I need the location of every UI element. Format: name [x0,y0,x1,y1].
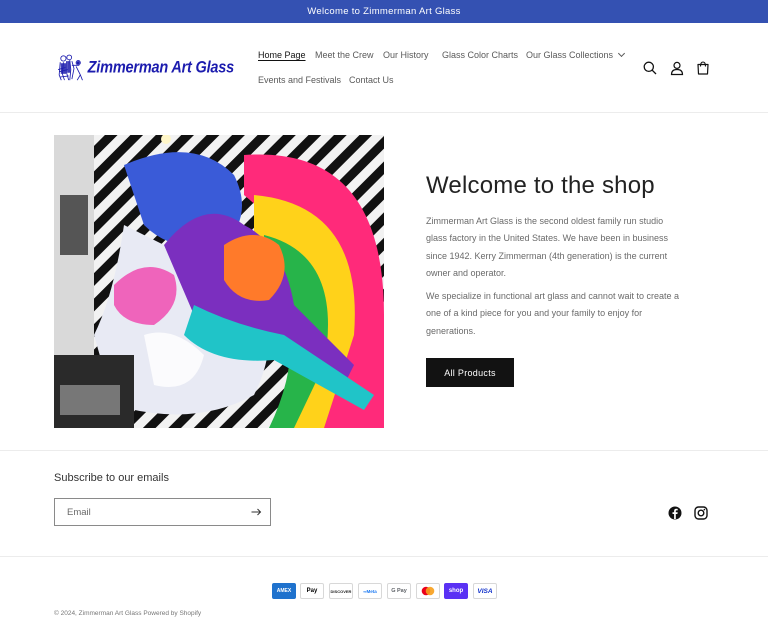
announcement-text: Welcome to Zimmerman Art Glass [307,6,461,17]
announcement-bar: Welcome to Zimmerman Art Glass [0,0,768,23]
footer-divider [0,556,768,557]
section-divider [0,450,768,451]
nav-contact-us[interactable]: Contact Us [349,75,394,85]
nav-events-and-festivals[interactable]: Events and Festivals [258,75,341,85]
hero-paragraph-2: We specialize in functional art glass an… [426,291,679,336]
amex-payment-icon: AMEX [272,583,296,599]
hero-mural-image [54,135,384,428]
meta-label: Meta [366,588,377,594]
meta-payment-icon: ∞ Meta [358,583,382,599]
nav-home[interactable]: Home Page [258,50,306,60]
logo-glassblowers-icon [58,54,83,81]
cart-icon[interactable] [695,60,711,76]
account-icon[interactable] [669,60,685,76]
nav-our-glass-collections[interactable]: Our Glass Collections [526,49,626,60]
instagram-icon[interactable] [694,506,708,520]
email-field[interactable]: Email [54,498,271,526]
discover-payment-icon: DISCOVER [329,583,353,599]
visa-payment-icon: VISA [473,583,497,599]
gpay-payment-icon: G Pay [387,583,411,599]
nav-meet-the-crew[interactable]: Meet the Crew [315,50,374,60]
chevron-down-icon [617,49,626,58]
applepay-payment-icon: Pay [300,583,324,599]
nav-our-glass-collections-label: Our Glass Collections [526,50,614,60]
nav-our-history[interactable]: Our History [383,50,429,60]
search-icon[interactable] [642,60,658,76]
applepay-label: Pay [306,588,318,594]
site-header: Zimmerman Art Glass Home Page Meet the C… [0,23,768,113]
logo-text: Zimmerman Art Glass [87,58,235,78]
nav-glass-color-charts[interactable]: Glass Color Charts [442,50,518,60]
shoppay-payment-icon: shop [444,583,468,599]
mastercard-icon [421,586,435,596]
hero-paragraph-1: Zimmerman Art Glass is the second oldest… [426,216,668,278]
hero-title: Welcome to the shop [426,172,655,199]
mastercard-payment-icon [416,583,440,599]
all-products-button[interactable]: All Products [426,358,514,387]
copyright-text: © 2024, Zimmerman Art Glass Powered by S… [54,610,202,617]
arrow-right-icon[interactable] [250,506,262,518]
facebook-icon[interactable] [668,506,682,520]
newsletter-title: Subscribe to our emails [54,472,169,484]
site-logo[interactable]: Zimmerman Art Glass [56,41,234,95]
email-placeholder: Email [67,507,91,518]
